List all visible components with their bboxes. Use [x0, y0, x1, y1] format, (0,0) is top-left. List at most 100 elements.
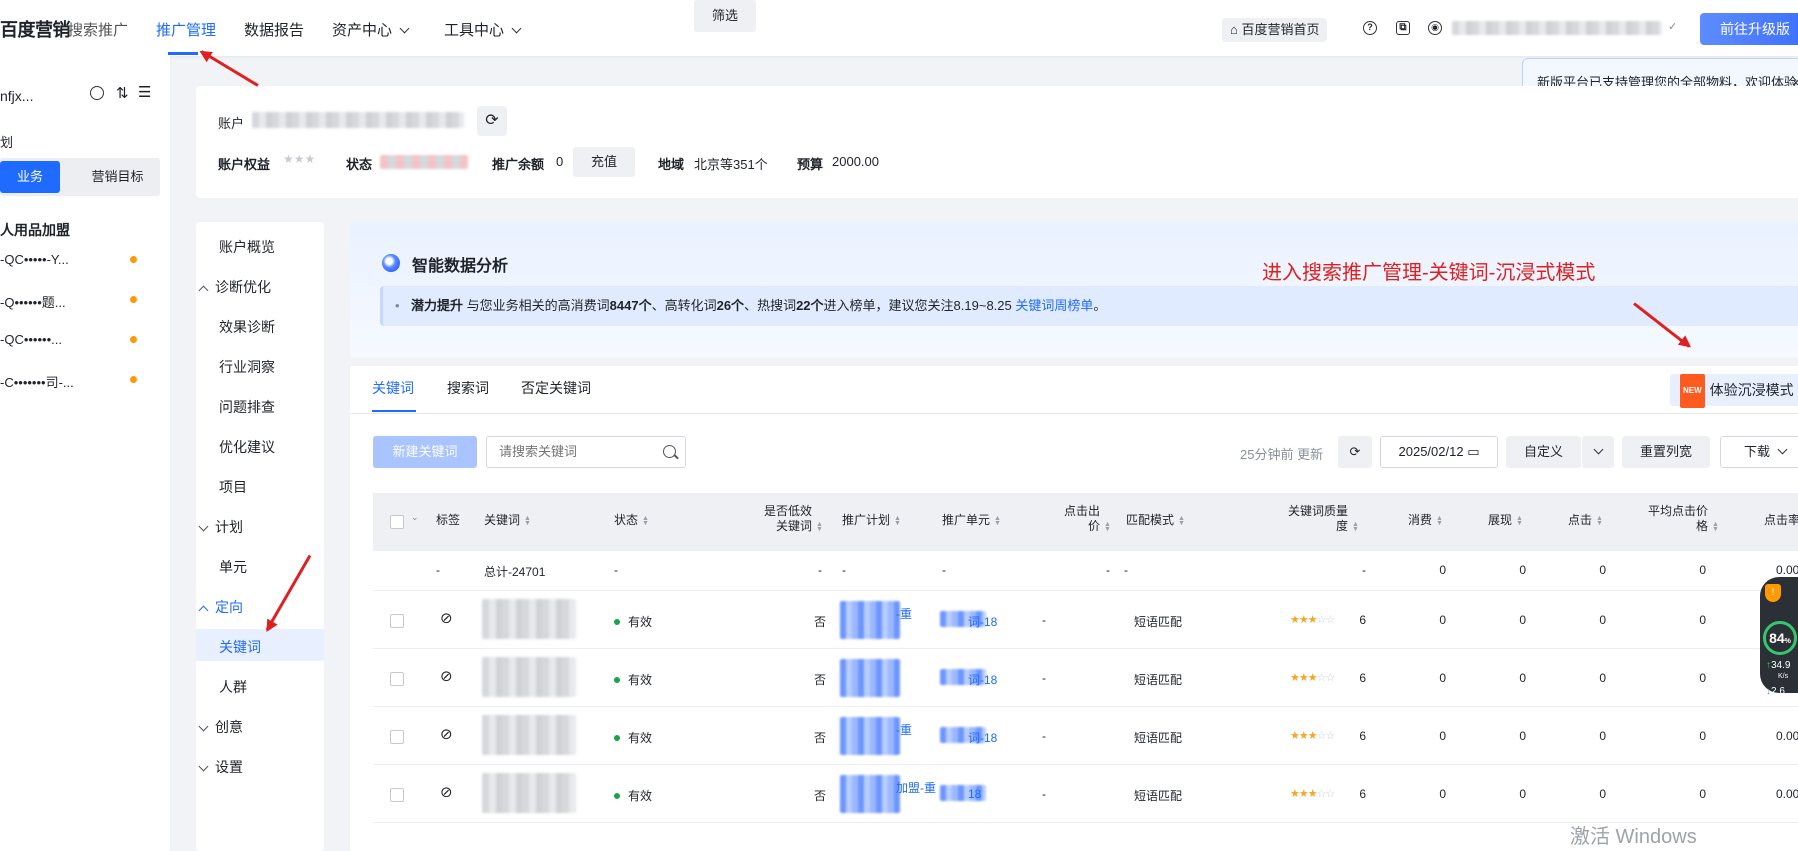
plan-name-masked[interactable]	[840, 717, 900, 755]
column-header[interactable]: 推广单元 ▲ ▼	[942, 513, 1032, 528]
keyword-masked[interactable]	[482, 599, 576, 639]
tab-search-term[interactable]: 搜索词	[447, 378, 489, 398]
sort-icon[interactable]: ▲ ▼	[1712, 521, 1719, 533]
sort-icon[interactable]: ▲ ▼	[642, 515, 649, 527]
sort-icon[interactable]: ▲ ▼	[894, 515, 901, 527]
row-checkbox[interactable]	[390, 730, 404, 744]
sort-icon[interactable]: ▲ ▼	[1352, 521, 1359, 533]
column-header[interactable]: 状态 ▲ ▼	[614, 513, 694, 528]
select-all-checkbox[interactable]	[390, 515, 404, 529]
segment-business[interactable]: 业务	[0, 161, 60, 193]
menu-group-creative[interactable]: 创意	[198, 717, 243, 737]
row-checkbox[interactable]	[390, 672, 404, 686]
user-icon[interactable]: ◉	[1428, 21, 1442, 35]
menu-group-settings[interactable]: 设置	[198, 757, 243, 777]
upgrade-button[interactable]: 前往升级版	[1700, 13, 1798, 45]
row-checkbox[interactable]	[390, 614, 404, 628]
tag-icon[interactable]: ⊘	[440, 667, 453, 685]
filter-button[interactable]: 筛选	[694, 0, 756, 32]
menu-optimization[interactable]: 优化建议	[219, 437, 275, 457]
date-picker[interactable]: 2025/02/12 ▭	[1380, 436, 1498, 468]
tab-keyword[interactable]: 关键词	[372, 378, 414, 398]
budget-value[interactable]: 2000.00	[832, 154, 879, 169]
sort-icon[interactable]: ▲ ▼	[994, 515, 1001, 527]
menu-group-targeting[interactable]: 定向	[198, 597, 243, 617]
refresh-table-button[interactable]: ⟳	[1338, 436, 1372, 468]
account-name[interactable]: nfjx...	[0, 88, 33, 104]
row-unit[interactable]: 词-18	[968, 729, 997, 746]
nav-data-report[interactable]: 数据报告	[244, 19, 304, 40]
refresh-account-button[interactable]: ⟳	[477, 106, 507, 136]
row-unit[interactable]: 词-18	[968, 671, 997, 688]
download-button[interactable]: 下载	[1720, 436, 1798, 468]
group-title[interactable]: 人用品加盟	[0, 220, 70, 240]
sort-icon[interactable]: ▲ ▼	[1178, 515, 1185, 527]
user-account-masked[interactable]	[1452, 21, 1662, 35]
row-plan[interactable]: -重	[896, 605, 912, 622]
help-icon[interactable]: ?	[1363, 21, 1377, 35]
column-header[interactable]: 推广计划 ▲ ▼	[842, 513, 932, 528]
column-header[interactable]: 平均点击价 格 ▲ ▼	[1622, 504, 1719, 534]
sort-icon[interactable]: ▲ ▼	[524, 515, 531, 527]
keyword-masked[interactable]	[482, 657, 576, 697]
menu-effect-diagnosis[interactable]: 效果诊断	[219, 317, 275, 337]
keyword-masked[interactable]	[482, 715, 576, 755]
search-input[interactable]	[499, 437, 659, 467]
home-button[interactable]: ⌂ 百度营销首页	[1222, 18, 1328, 42]
column-header[interactable]: 点击 ▲ ▼	[1560, 513, 1603, 528]
column-header[interactable]: 关键词质量 度 ▲ ▼	[1230, 504, 1359, 534]
keyword-masked[interactable]	[482, 773, 576, 813]
menu-industry-insight[interactable]: 行业洞察	[219, 357, 275, 377]
plan-item[interactable]: -QC•••••-Y...	[0, 252, 69, 267]
column-header[interactable]: 是否低效 关键词 ▲ ▼	[740, 504, 823, 534]
shield-icon[interactable]: !	[1765, 584, 1781, 602]
nav-asset-center[interactable]: 资产中心	[332, 19, 410, 40]
weekly-keyword-ranking-link[interactable]: 关键词周榜单	[1015, 298, 1093, 313]
keyword-search-field[interactable]	[486, 436, 686, 468]
column-header[interactable]: 匹配模式 ▲ ▼	[1126, 513, 1222, 528]
plan-item[interactable]: -Q••••••题...	[0, 292, 66, 311]
recharge-button[interactable]: 充值	[573, 147, 635, 177]
immersive-mode-button[interactable]: NEW 体验沉浸模式	[1670, 374, 1798, 408]
menu-keyword[interactable]: 关键词	[219, 637, 261, 657]
custom-columns-button[interactable]: 自定义	[1506, 436, 1581, 468]
nav-promotion-management[interactable]: 推广管理	[156, 19, 216, 40]
column-header[interactable]: 点击率▲▼	[1738, 513, 1798, 528]
reset-column-width-button[interactable]: 重置列宽	[1622, 436, 1710, 468]
menu-unit[interactable]: 单元	[219, 557, 247, 577]
sort-icon[interactable]: ▲ ▼	[816, 521, 823, 533]
menu-account-overview[interactable]: 账户概览	[219, 237, 275, 257]
region-value[interactable]: 北京等351个	[694, 154, 768, 173]
column-header[interactable]: 关键词 ▲ ▼	[484, 513, 584, 528]
sort-icon[interactable]: ⇅	[116, 84, 129, 102]
column-header[interactable]: 标签	[436, 513, 476, 528]
brand-logo[interactable]: 百度营销	[0, 16, 71, 42]
plan-name-masked[interactable]	[840, 601, 900, 639]
sort-icon[interactable]: ▲ ▼	[1436, 515, 1443, 527]
menu-audience[interactable]: 人群	[219, 677, 247, 697]
copy-icon[interactable]: ⧉	[1396, 21, 1410, 35]
custom-dropdown-toggle[interactable]	[1582, 436, 1614, 468]
plan-item[interactable]: -C•••••••司-...	[0, 372, 74, 391]
sort-icon[interactable]: ▲ ▼	[1104, 521, 1111, 533]
menu-troubleshoot[interactable]: 问题排查	[219, 397, 275, 417]
row-plan[interactable]: -重	[896, 721, 912, 738]
plan-item[interactable]: -QC••••••...	[0, 332, 62, 347]
tag-icon[interactable]: ⊘	[440, 609, 453, 627]
search-icon[interactable]	[90, 86, 104, 100]
sort-icon[interactable]: ▲ ▼	[1516, 515, 1523, 527]
row-unit[interactable]: 词-18	[968, 613, 997, 630]
row-unit[interactable]: 18	[968, 787, 981, 801]
menu-project[interactable]: 项目	[219, 477, 247, 497]
plan-name-masked[interactable]	[840, 659, 900, 697]
menu-group-diagnosis[interactable]: 诊断优化	[198, 277, 271, 297]
search-icon[interactable]	[663, 445, 676, 458]
list-filter-icon[interactable]: ☰	[138, 83, 151, 101]
nav-tool-center[interactable]: 工具中心	[444, 19, 522, 40]
tag-icon[interactable]: ⊘	[440, 783, 453, 801]
menu-group-plan[interactable]: 计划	[198, 517, 243, 537]
row-plan[interactable]: 加盟-重	[896, 779, 936, 796]
column-header[interactable]: 展现 ▲ ▼	[1480, 513, 1523, 528]
chevron-down-icon[interactable]: ⌄	[411, 512, 419, 523]
tag-icon[interactable]: ⊘	[440, 725, 453, 743]
